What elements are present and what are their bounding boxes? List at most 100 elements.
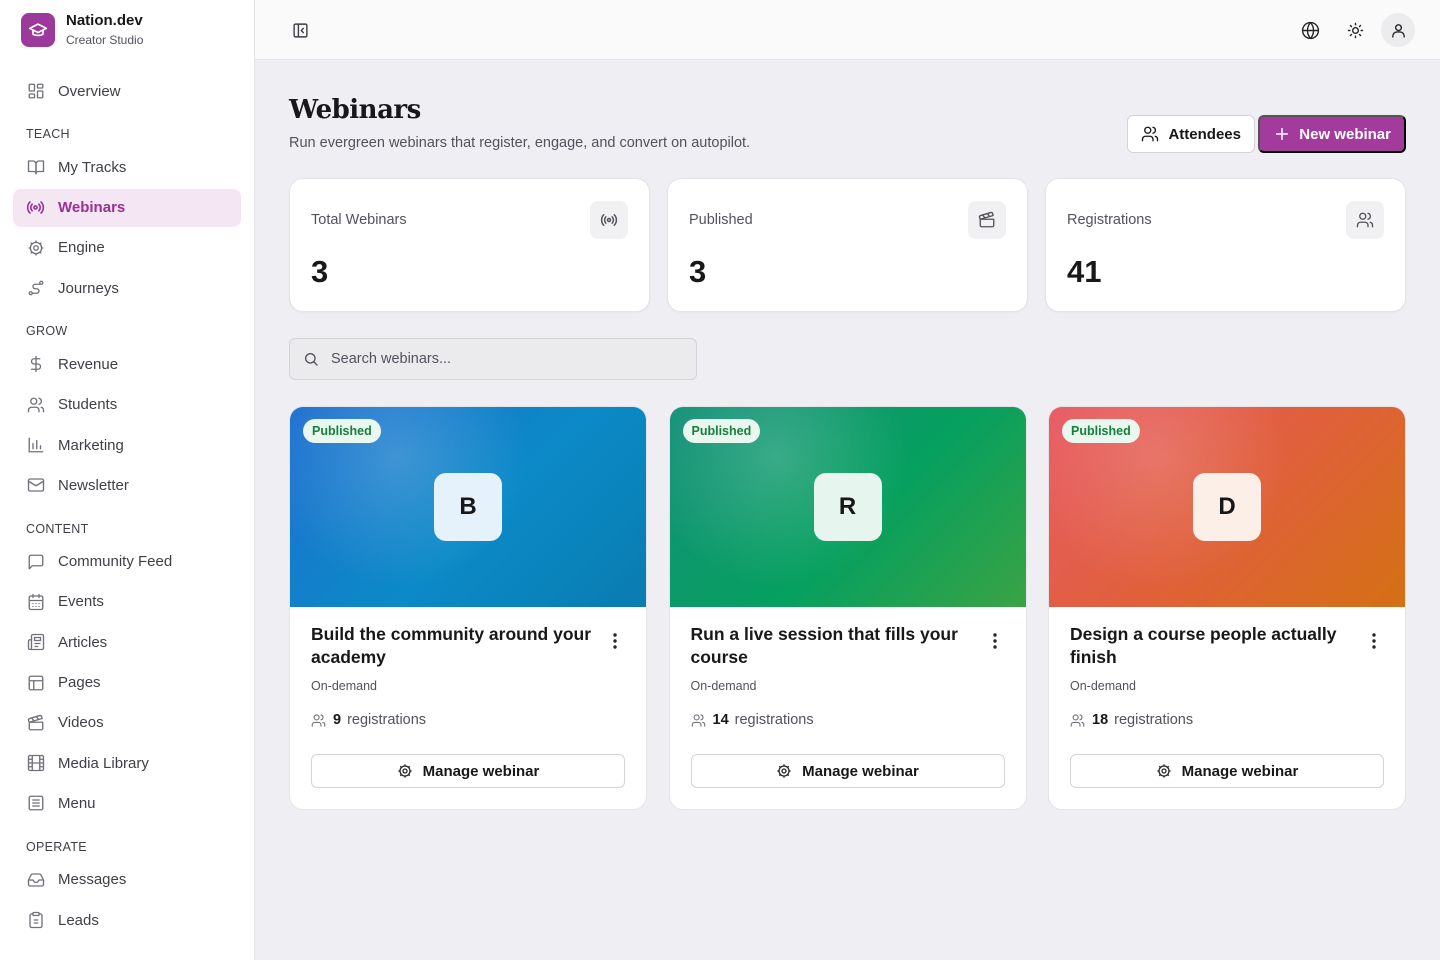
webinar-title[interactable]: Design a course people actually finish: [1070, 623, 1350, 669]
webinar-cover[interactable]: Published B: [290, 407, 646, 607]
route-icon: [26, 279, 45, 298]
webinar-initial: R: [813, 473, 882, 541]
sidebar-item-webinars[interactable]: Webinars: [13, 188, 241, 227]
manage-webinar-button[interactable]: Manage webinar: [311, 754, 625, 788]
calendar-icon: [26, 592, 45, 611]
webinar-cover[interactable]: Published R: [669, 407, 1026, 607]
broadcast-icon: [26, 198, 45, 217]
registration-count: 14: [712, 712, 729, 728]
globe-icon[interactable]: [1293, 13, 1327, 47]
sidebar-item-articles[interactable]: Articles: [13, 623, 241, 661]
new-webinar-button[interactable]: New webinar: [1258, 115, 1406, 153]
sidebar-item-label: Pages: [58, 674, 101, 692]
sidebar-item-my-tracks[interactable]: My Tracks: [13, 148, 241, 186]
clapperboard-icon: [26, 713, 45, 732]
webinar-registrations: 9 registrations: [311, 712, 426, 728]
sidebar: Nation.dev Creator Studio Overview TEACH…: [0, 0, 255, 960]
sidebar-item-journeys[interactable]: Journeys: [13, 269, 241, 307]
sidebar-item-label: Overview: [58, 82, 121, 100]
brand-subtitle: Creator Studio: [66, 33, 144, 47]
dollar-icon: [26, 355, 45, 374]
stat-card-total-webinars: Total Webinars 3: [289, 178, 650, 312]
sidebar-item-engine[interactable]: Engine: [13, 229, 241, 267]
grid-icon: [26, 82, 45, 101]
sidebar-item-newsletter[interactable]: Newsletter: [13, 466, 241, 504]
status-badge: Published: [1062, 419, 1140, 443]
clapperboard-icon: [968, 201, 1006, 239]
new-webinar-label: New webinar: [1299, 125, 1391, 143]
sidebar-item-messages[interactable]: Messages: [13, 861, 241, 899]
manage-webinar-button[interactable]: Manage webinar: [690, 754, 1005, 788]
nav-section-content: CONTENT: [26, 521, 89, 536]
sidebar-item-label: Students: [58, 396, 118, 414]
user-icon[interactable]: [1381, 13, 1415, 47]
webinar-title[interactable]: Build the community around your academy: [311, 623, 591, 669]
users-icon: [691, 713, 706, 728]
inbox-icon: [26, 870, 45, 889]
sidebar-item-label: Marketing: [58, 436, 124, 454]
sidebar-item-revenue[interactable]: Revenue: [13, 345, 241, 383]
webinar-grid: Published B Build the community around y…: [289, 406, 1406, 810]
users-icon: [1070, 713, 1085, 728]
manage-webinar-label: Manage webinar: [422, 762, 540, 780]
sidebar-item-community-feed[interactable]: Community Feed: [13, 543, 241, 581]
more-options-icon[interactable]: [605, 631, 625, 651]
bar-chart-icon: [26, 436, 45, 455]
stats-row: Total Webinars 3 Published 3 Registratio…: [289, 178, 1406, 312]
sidebar-item-overview[interactable]: Overview: [13, 72, 241, 110]
page-title: Webinars: [289, 95, 421, 125]
sidebar-item-students[interactable]: Students: [13, 386, 241, 424]
sidebar-item-media-library[interactable]: Media Library: [13, 744, 241, 782]
sidebar-item-label: Events: [58, 593, 104, 611]
stat-card-registrations: Registrations 41: [1045, 178, 1406, 312]
manage-webinar-button[interactable]: Manage webinar: [1070, 754, 1384, 788]
sidebar-item-events[interactable]: Events: [13, 583, 241, 621]
brand-name: Nation.dev: [66, 12, 143, 29]
broadcast-icon: [590, 201, 628, 239]
search-box: [289, 338, 697, 380]
status-badge: Published: [682, 419, 761, 443]
users-icon: [1141, 125, 1159, 143]
sidebar-item-label: Newsletter: [58, 476, 129, 494]
sidebar-item-label: Journeys: [58, 279, 119, 297]
attendees-button[interactable]: Attendees: [1127, 115, 1255, 153]
webinar-cover[interactable]: Published D: [1049, 407, 1405, 607]
more-options-icon[interactable]: [1364, 631, 1384, 651]
search-input[interactable]: [331, 351, 671, 367]
webinar-card: Published D Design a course people actua…: [1048, 406, 1406, 810]
nav-section-teach: TEACH: [26, 127, 70, 142]
sidebar-item-videos[interactable]: Videos: [13, 704, 241, 742]
gear-icon: [1156, 763, 1172, 779]
newspaper-icon: [26, 633, 45, 652]
users-icon: [311, 713, 326, 728]
stat-label: Total Webinars: [311, 212, 407, 228]
webinar-title[interactable]: Run a live session that fills your cours…: [691, 623, 971, 669]
registration-label: registrations: [1114, 712, 1194, 728]
stat-value: 3: [689, 254, 707, 289]
film-icon: [26, 754, 45, 773]
more-options-icon[interactable]: [985, 631, 1005, 651]
sun-icon[interactable]: [1338, 13, 1372, 47]
sidebar-item-label: Articles: [58, 633, 108, 651]
status-badge: Published: [303, 419, 381, 443]
sidebar-item-label: Menu: [58, 794, 96, 812]
sidebar-item-pages[interactable]: Pages: [13, 664, 241, 702]
stat-label: Published: [689, 212, 753, 228]
sidebar-item-label: Revenue: [58, 355, 119, 373]
webinar-registrations: 14 registrations: [691, 712, 814, 728]
sidebar-item-label: My Tracks: [58, 158, 127, 176]
sidebar-toggle-icon[interactable]: [289, 19, 311, 41]
registration-count: 18: [1092, 712, 1109, 728]
sidebar-item-label: Media Library: [58, 754, 149, 772]
sidebar-item-menu[interactable]: Menu: [13, 784, 241, 822]
sidebar-item-leads[interactable]: Leads: [13, 901, 241, 939]
book-icon: [26, 158, 45, 177]
sidebar-item-marketing[interactable]: Marketing: [13, 426, 241, 464]
brand[interactable]: Nation.dev Creator Studio: [21, 12, 143, 48]
list-icon: [26, 794, 45, 813]
message-square-icon: [26, 552, 45, 571]
attendees-label: Attendees: [1168, 125, 1241, 143]
stat-value: 3: [311, 254, 329, 289]
webinar-initial: D: [1193, 473, 1261, 541]
plus-icon: [1274, 126, 1290, 142]
